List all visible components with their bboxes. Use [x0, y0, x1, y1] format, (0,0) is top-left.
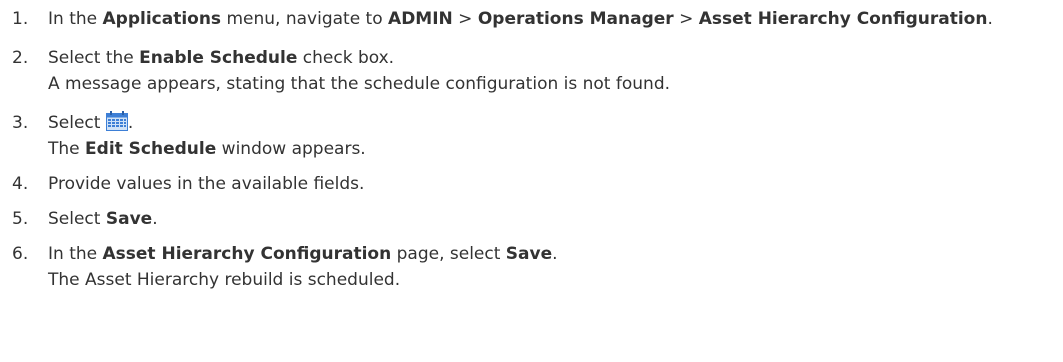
save-term: Save	[505, 244, 553, 264]
step-text: .	[152, 209, 158, 229]
step-text: In the	[48, 9, 103, 29]
procedure-steps: 1. In the Applications menu, navigate to…	[0, 0, 1063, 293]
step-number: 6.	[12, 244, 29, 264]
step-text: Select the	[48, 48, 140, 68]
result-text: The	[48, 139, 86, 159]
step-number: 4.	[12, 174, 29, 194]
step-text: page, select	[391, 244, 506, 264]
edit-schedule-term: Edit Schedule	[85, 139, 217, 159]
save-term: Save	[105, 209, 153, 229]
step-text: check box.	[297, 48, 395, 68]
step-result: The Asset Hierarchy rebuild is scheduled…	[48, 270, 401, 290]
separator-text: >	[673, 9, 699, 29]
applications-menu-term: Applications	[102, 9, 222, 29]
step-4: 4. Provide values in the available field…	[0, 171, 1063, 197]
step-number: 1.	[12, 9, 29, 29]
step-number: 5.	[12, 209, 29, 229]
step-result: A message appears, stating that the sche…	[48, 74, 671, 94]
step-text: menu, navigate to	[221, 9, 389, 29]
step-6: 6. In the Asset Hierarchy Configuration …	[0, 241, 1063, 293]
step-text: .	[127, 113, 134, 133]
step-text: Select	[48, 209, 106, 229]
step-text: In the	[48, 244, 103, 264]
admin-term: ADMIN	[388, 9, 453, 29]
step-text: .	[552, 244, 558, 264]
step-number: 3.	[12, 113, 29, 133]
step-2: 2. Select the Enable Schedule check box.…	[0, 45, 1063, 97]
result-text: window appears.	[216, 139, 366, 159]
operations-manager-term: Operations Manager	[477, 9, 674, 29]
asset-hierarchy-configuration-term: Asset Hierarchy Configuration	[698, 9, 988, 29]
step-text: Select	[48, 113, 106, 133]
asset-hierarchy-configuration-term: Asset Hierarchy Configuration	[102, 244, 392, 264]
step-number: 2.	[12, 48, 29, 68]
step-text: Provide values in the available fields.	[48, 174, 365, 194]
step-1: 1. In the Applications menu, navigate to…	[0, 6, 1063, 32]
separator-text: >	[452, 9, 478, 29]
step-5: 5. Select Save.	[0, 206, 1063, 232]
calendar-schedule-icon	[105, 111, 128, 131]
enable-schedule-term: Enable Schedule	[139, 48, 298, 68]
step-3: 3. Select . The Edit Schedule window app…	[0, 110, 1063, 162]
step-text: .	[987, 9, 993, 29]
step-result: The Edit Schedule window appears.	[48, 136, 1063, 162]
